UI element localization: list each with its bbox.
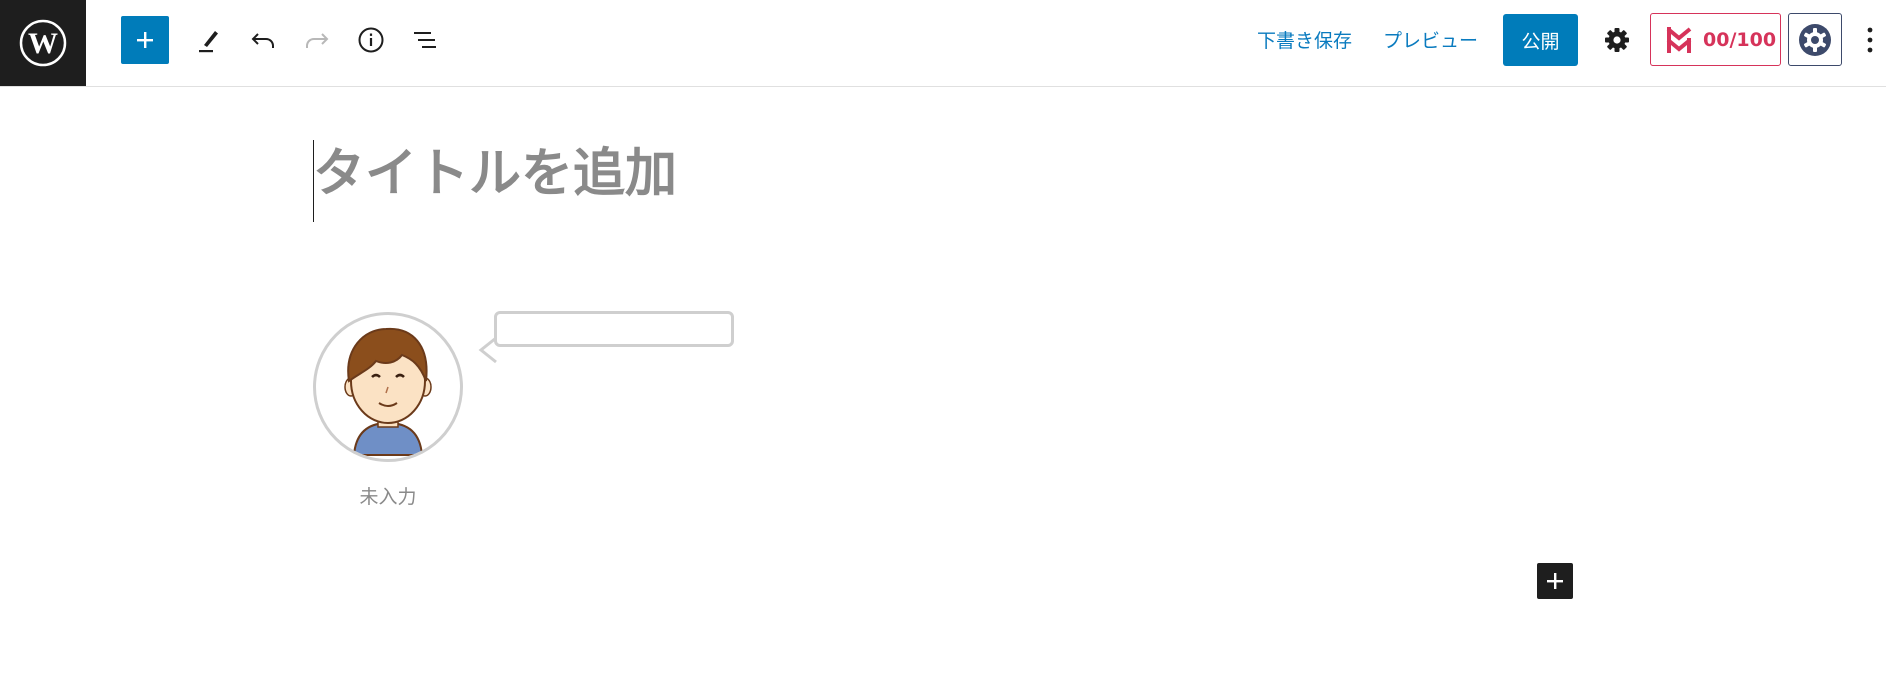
speaker-name: 未入力 <box>359 486 417 508</box>
svg-text:W: W <box>28 27 58 60</box>
publish-button[interactable]: 公開 <box>1503 14 1578 66</box>
block-inserter-button[interactable] <box>1537 563 1573 599</box>
settings-button[interactable] <box>1593 16 1641 64</box>
editor-header: W 下書き保存 プレビュー 公開 00/100 <box>0 0 1886 87</box>
plus-icon <box>137 32 153 48</box>
list-view-button[interactable] <box>401 16 449 64</box>
extension-gear-icon <box>1799 23 1831 56</box>
extension-button[interactable] <box>1788 13 1842 66</box>
info-icon <box>358 27 384 53</box>
gear-icon <box>1605 28 1629 52</box>
preview-button[interactable]: プレビュー <box>1383 26 1478 53</box>
save-draft-button[interactable]: 下書き保存 <box>1257 26 1352 53</box>
person-avatar-icon <box>344 327 432 456</box>
pencil-icon <box>199 31 218 53</box>
redo-icon <box>306 33 329 48</box>
seo-score-button[interactable]: 00/100 <box>1650 13 1781 66</box>
wordpress-logo-icon[interactable]: W <box>0 0 86 86</box>
details-button[interactable] <box>347 16 395 64</box>
title-input[interactable] <box>313 144 1413 204</box>
redo-button[interactable] <box>293 16 341 64</box>
more-vertical-icon <box>1867 27 1873 53</box>
speech-balloon-text[interactable] <box>494 311 734 347</box>
add-block-button[interactable] <box>121 16 169 64</box>
undo-icon <box>251 33 274 48</box>
speaker-avatar[interactable] <box>313 312 463 462</box>
tools-button[interactable] <box>184 16 232 64</box>
undo-button[interactable] <box>239 16 287 64</box>
list-view-icon <box>414 32 436 48</box>
seo-logo-icon <box>1666 26 1692 53</box>
options-button[interactable] <box>1860 16 1880 64</box>
seo-score-value: 00/100 <box>1703 28 1777 51</box>
post-title[interactable] <box>313 140 1513 222</box>
plus-icon <box>1547 573 1563 589</box>
